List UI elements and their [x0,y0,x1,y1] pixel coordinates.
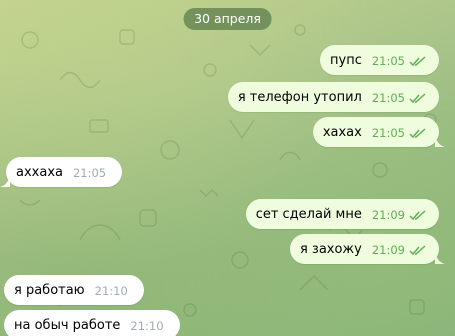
message-time: 21:09 [371,243,405,257]
message-text: на обыч работе [14,317,121,333]
message-text: хахах [322,124,362,140]
message-time: 21:09 [371,208,405,222]
outgoing-message[interactable]: я захожу 21:09 [289,234,445,264]
message-text: сет сделай мне [255,206,362,222]
double-check-icon [409,55,426,66]
double-check-icon [409,127,426,138]
message-text: аххаха [16,164,63,180]
bubble-tail [0,175,10,187]
message-time: 21:05 [371,126,405,140]
double-check-icon [409,244,426,255]
double-check-icon [409,209,426,220]
message-text: я телефон утопил [237,89,362,105]
message-text: я работаю [14,282,85,298]
incoming-message[interactable]: аххаха 21:05 [0,157,123,187]
outgoing-message[interactable]: сет сделай мне 21:09 [245,199,439,229]
outgoing-message[interactable]: я телефон утопил 21:05 [227,82,439,112]
bubble-tail [435,252,445,264]
message-time: 21:10 [94,284,128,298]
double-check-icon [409,92,426,103]
message-time: 21:10 [130,319,164,333]
date-separator: 30 апреля [183,8,272,30]
message-time: 21:05 [371,91,405,105]
bubble-tail [435,135,445,147]
outgoing-message[interactable]: пупс 21:05 [320,45,439,75]
message-time: 21:05 [371,54,405,68]
outgoing-message[interactable]: хахах 21:05 [312,117,445,147]
message-time: 21:05 [72,166,107,180]
incoming-message[interactable]: на обыч работе 21:10 [4,310,180,336]
incoming-message[interactable]: я работаю 21:10 [4,275,144,305]
message-text: я захожу [299,241,362,257]
message-text: пупс [330,52,362,68]
